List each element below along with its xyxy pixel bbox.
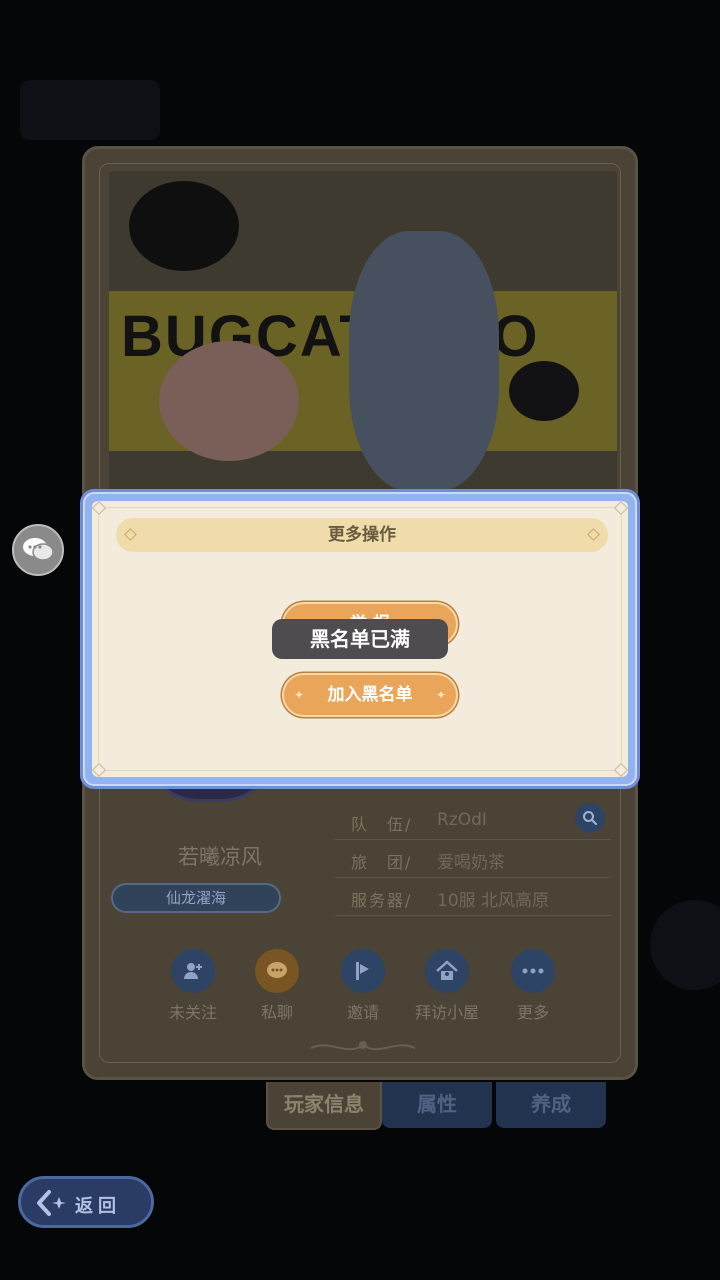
tab-player-info[interactable]: 玩家信息 [266,1082,382,1130]
info-key: 队 伍/ [351,815,413,834]
toast-message: 黑名单已满 [272,619,448,659]
search-icon [583,811,598,826]
info-row-team: 队 伍/ RzOdI [335,801,611,840]
invite-flag-icon [341,949,385,993]
info-row-guild: 旅 团/ 爱喝奶茶 [335,839,611,878]
follow-button[interactable]: 未关注 [151,949,235,1023]
back-button[interactable]: 返回 [18,1176,154,1228]
black-creature-figure [509,361,579,421]
card-bottom-ornament [310,1041,416,1051]
action-label: 未关注 [168,1003,217,1022]
info-value: 10服 北风高原 [437,891,550,911]
info-value: 爱喝奶茶 [437,853,505,873]
info-row-server: 服务器/ 10服 北风高原 [335,877,611,916]
invite-button[interactable]: 邀请 [321,949,405,1023]
add-to-blacklist-button[interactable]: ✦ 加入黑名单 ✦ [282,673,458,717]
chat-bubble-icon [255,949,299,993]
action-label: 邀请 [346,1003,379,1022]
sparkle-icon: ✦ [294,688,305,702]
player-title-badge: 仙龙濯海 [111,883,281,913]
tab-attributes[interactable]: 属性 [382,1082,492,1128]
top-bar-decoration [20,80,160,140]
background-decoration [650,900,720,990]
dialog-title-bar: 更多操作 [116,518,608,552]
more-button[interactable]: 更多 [491,949,575,1023]
tab-training[interactable]: 养成 [496,1082,606,1128]
diamond-ornament-icon [587,528,600,541]
blacklist-label: 加入黑名单 [327,685,413,705]
character-avatar [349,231,499,491]
back-label: 返回 [75,1196,121,1217]
action-label: 拜访小屋 [414,1003,479,1022]
more-dots-icon [511,949,555,993]
player-name: 若曦凉风 [178,845,262,869]
black-cat-figure [129,181,239,271]
pink-pig-figure [159,341,299,461]
diamond-ornament-icon [124,528,137,541]
visit-house-button[interactable]: 拜访小屋 [405,949,489,1023]
floating-chat-button[interactable] [12,524,64,576]
add-user-icon [171,949,215,993]
chat-bubbles-icon [23,538,54,561]
house-icon [425,949,469,993]
team-search-button[interactable] [575,803,605,833]
info-key: 服务器/ [351,891,413,910]
sparkle-icon: ✦ [435,688,446,702]
action-label: 更多 [516,1003,549,1022]
info-key: 旅 团/ [351,853,413,872]
private-chat-button[interactable]: 私聊 [235,949,319,1023]
action-label: 私聊 [260,1003,293,1022]
dialog-title: 更多操作 [328,525,396,545]
info-value: RzOdI [437,810,487,830]
back-arrow-icon [37,1190,66,1216]
profile-banner: BUGCAT MOO [109,171,617,501]
